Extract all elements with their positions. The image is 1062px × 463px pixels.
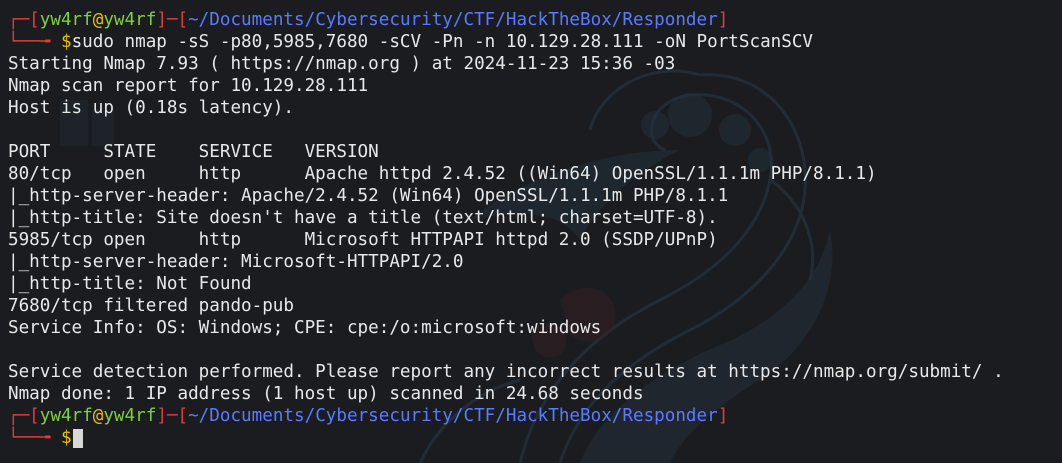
prompt-header-line: ┌─[yw4rf@yw4rf]─[~/Documents/Cybersecuri… [8, 405, 1062, 427]
prompt-corner-bottom: └──╼ [8, 428, 61, 448]
output-line: |_http-title: Not Found [8, 274, 252, 294]
command-text: sudo nmap -sS -p80,5985,7680 -sCV -Pn -n… [71, 32, 814, 52]
output-line: 80/tcp open http Apache httpd 2.4.52 ((W… [8, 164, 877, 184]
output-line: Nmap scan report for 10.129.28.111 [8, 76, 369, 96]
prompt-corner-top: ┌─[ [8, 10, 40, 30]
prompt-corner-bottom: └──╼ [8, 32, 61, 52]
prompt-dollar: $ [60, 32, 72, 52]
output-line: |_http-title: Site doesn't have a title … [8, 208, 718, 228]
prompt-separator: ]─[ [156, 406, 189, 426]
prompt-path: ~/Documents/Cybersecurity/CTF/HackTheBox… [188, 10, 718, 30]
output-line: 5985/tcp open http Microsoft HTTPAPI htt… [8, 230, 718, 250]
output-line: |_http-server-header: Apache/2.4.52 (Win… [8, 186, 729, 206]
terminal-window[interactable]: ┌─[yw4rf@yw4rf]─[~/Documents/Cybersecuri… [0, 0, 1062, 463]
output-line: Service Info: OS: Windows; CPE: cpe:/o:m… [8, 318, 602, 338]
output-line: |_http-server-header: Microsoft-HTTPAPI/… [8, 252, 464, 272]
output-line: 7680/tcp filtered pando-pub [8, 296, 294, 316]
prompt-user: yw4rf [39, 10, 93, 30]
command-line: └──╼ $sudo nmap -sS -p80,5985,7680 -sCV … [8, 31, 1062, 53]
prompt-host: yw4rf [103, 406, 157, 426]
active-command-line[interactable]: └──╼ $ [8, 427, 1062, 449]
prompt-host: yw4rf [103, 10, 157, 30]
output-line: Starting Nmap 7.93 ( https://nmap.org ) … [8, 54, 676, 74]
prompt-user: yw4rf [39, 406, 93, 426]
prompt-path: ~/Documents/Cybersecurity/CTF/HackTheBox… [188, 406, 718, 426]
output-line: Nmap done: 1 IP address (1 host up) scan… [8, 384, 644, 404]
prompt-header-line: ┌─[yw4rf@yw4rf]─[~/Documents/Cybersecuri… [8, 9, 1062, 31]
prompt-corner-top: ┌─[ [8, 406, 40, 426]
output-line: Service detection performed. Please repo… [8, 362, 1004, 382]
prompt-separator: ]─[ [156, 10, 189, 30]
output-line: Host is up (0.18s latency). [8, 98, 294, 118]
output-line: PORT STATE SERVICE VERSION [8, 142, 379, 162]
text-cursor [72, 428, 83, 448]
prompt-dollar: $ [60, 428, 72, 448]
prompt-bracket-close: ] [717, 10, 729, 30]
prompt-at: @ [92, 10, 104, 30]
prompt-bracket-close: ] [717, 406, 729, 426]
prompt-at: @ [92, 406, 104, 426]
